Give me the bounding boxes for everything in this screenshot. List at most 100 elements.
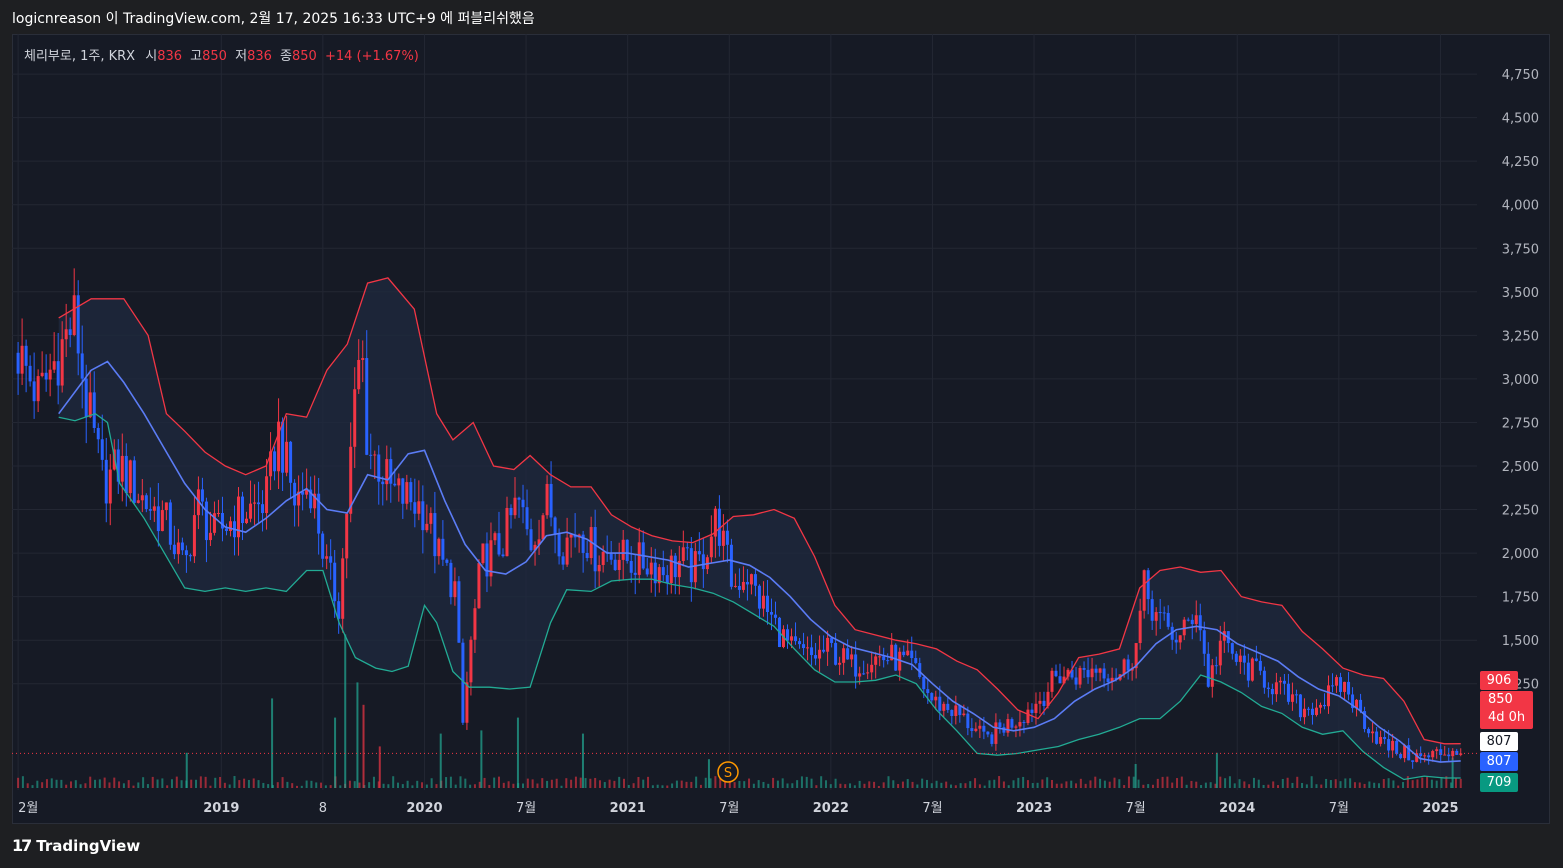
volume-bar bbox=[243, 778, 246, 788]
price-tick-label: 4,250 bbox=[1502, 155, 1539, 170]
volume-bar bbox=[281, 777, 284, 788]
volume-bar bbox=[406, 780, 409, 788]
candle-body bbox=[1058, 676, 1062, 684]
volume-bar bbox=[103, 777, 106, 788]
volume-bar bbox=[603, 782, 606, 788]
candle-body bbox=[1387, 739, 1391, 751]
volume-bar bbox=[324, 785, 327, 788]
candle-body bbox=[100, 439, 104, 460]
candle-body bbox=[1210, 665, 1214, 687]
middle-band-badge: 807 bbox=[1480, 752, 1518, 771]
volume-bar bbox=[901, 781, 904, 788]
symbol-legend[interactable]: 체리부로, 1주, KRX 시836 고850 저836 종850 +14 (+… bbox=[24, 45, 419, 64]
time-tick-label: 8 bbox=[319, 801, 327, 816]
volume-bar bbox=[733, 782, 736, 788]
candle-body bbox=[1435, 749, 1439, 752]
volume-bar bbox=[291, 783, 294, 788]
last-price-value: 850 bbox=[1488, 692, 1513, 707]
volume-bar bbox=[1416, 779, 1419, 788]
volume-bar bbox=[1113, 777, 1116, 788]
volume-bar bbox=[704, 777, 707, 788]
volume-bar bbox=[1257, 779, 1260, 788]
volume-bar bbox=[531, 779, 534, 788]
volume-bar bbox=[892, 780, 895, 788]
candle-body bbox=[188, 555, 192, 557]
volume-bar bbox=[233, 776, 236, 788]
volume-bar bbox=[416, 780, 419, 788]
candle-body bbox=[938, 696, 942, 711]
volume-bar bbox=[483, 777, 486, 788]
candle-body bbox=[878, 656, 882, 658]
volume-bar bbox=[1454, 778, 1457, 788]
candle-body bbox=[894, 644, 898, 671]
candle-body bbox=[20, 345, 24, 374]
volume-bar bbox=[820, 776, 823, 788]
close-label: 종 bbox=[280, 49, 292, 64]
volume-bar bbox=[1022, 776, 1025, 788]
candle-body bbox=[561, 556, 565, 565]
volume-bar bbox=[1142, 784, 1145, 788]
volume-bar bbox=[1161, 776, 1164, 788]
volume-bar bbox=[1123, 785, 1126, 788]
volume-bar bbox=[522, 783, 525, 788]
candle-body bbox=[333, 562, 337, 602]
open-label: 시 bbox=[145, 49, 158, 64]
time-tick-label: 2024 bbox=[1219, 801, 1255, 816]
volume-bar bbox=[1224, 778, 1227, 788]
volume-bar bbox=[1065, 781, 1068, 788]
candle-body bbox=[192, 515, 196, 557]
volume-bar bbox=[79, 784, 82, 788]
candle-body bbox=[830, 637, 834, 643]
candle-body bbox=[381, 481, 385, 485]
volume-bar bbox=[1301, 782, 1304, 788]
volume-bar bbox=[1406, 776, 1409, 788]
volume-bar bbox=[887, 776, 890, 788]
time-tick-label: 2022 bbox=[813, 801, 849, 816]
volume-bar bbox=[988, 780, 991, 788]
candle-body bbox=[970, 728, 974, 731]
volume-bar bbox=[1252, 777, 1255, 788]
volume-bar bbox=[372, 776, 375, 788]
tradingview-logo[interactable]: 17 TradingView bbox=[12, 836, 140, 855]
volume-bar bbox=[1012, 780, 1015, 788]
candle-body bbox=[1242, 655, 1246, 663]
candle-body bbox=[265, 476, 269, 514]
volume-bar bbox=[707, 759, 710, 788]
volume-bar bbox=[1358, 782, 1361, 788]
volume-bar bbox=[430, 778, 433, 788]
candle-body bbox=[513, 497, 517, 516]
candle-body bbox=[902, 651, 906, 656]
candle-body bbox=[826, 637, 830, 652]
time-tick-label: 2019 bbox=[203, 801, 239, 816]
candle-body bbox=[257, 502, 261, 505]
volume-bar bbox=[310, 780, 313, 788]
candle-body bbox=[749, 574, 753, 585]
time-axis: 2월 2019 8 2020 7월 2021 7월 2022 7월 2023 7월 2024 7월 202… bbox=[18, 801, 1458, 816]
time-tick-label: 7월 bbox=[719, 801, 739, 816]
candle-body bbox=[1174, 639, 1178, 643]
volume-bar bbox=[36, 780, 39, 788]
volume-bar bbox=[209, 785, 212, 788]
candle-body bbox=[1106, 678, 1110, 682]
volume-bar bbox=[344, 634, 347, 788]
candle-body bbox=[922, 677, 926, 690]
candle-body bbox=[521, 499, 525, 508]
candle-body bbox=[1347, 681, 1351, 695]
candle-body bbox=[990, 734, 994, 744]
candle-body bbox=[1254, 658, 1258, 661]
candle-body bbox=[321, 533, 325, 559]
volume-bar bbox=[74, 780, 77, 788]
price-chart[interactable]: 1,2501,5001,7502,0002,2502,5002,7503,000… bbox=[12, 34, 1550, 824]
candle-body bbox=[493, 533, 497, 541]
time-tick-label: 2020 bbox=[406, 801, 442, 816]
candle-body bbox=[293, 482, 297, 506]
candle-body bbox=[798, 641, 802, 645]
close-value: 850 bbox=[292, 49, 317, 64]
candle-body bbox=[802, 644, 806, 649]
candle-body bbox=[854, 654, 858, 677]
volume-bar bbox=[459, 776, 462, 788]
candle-body bbox=[1391, 740, 1395, 751]
volume-bar bbox=[1228, 776, 1231, 788]
volume-bar bbox=[1156, 778, 1159, 788]
candle-body bbox=[1042, 700, 1046, 707]
